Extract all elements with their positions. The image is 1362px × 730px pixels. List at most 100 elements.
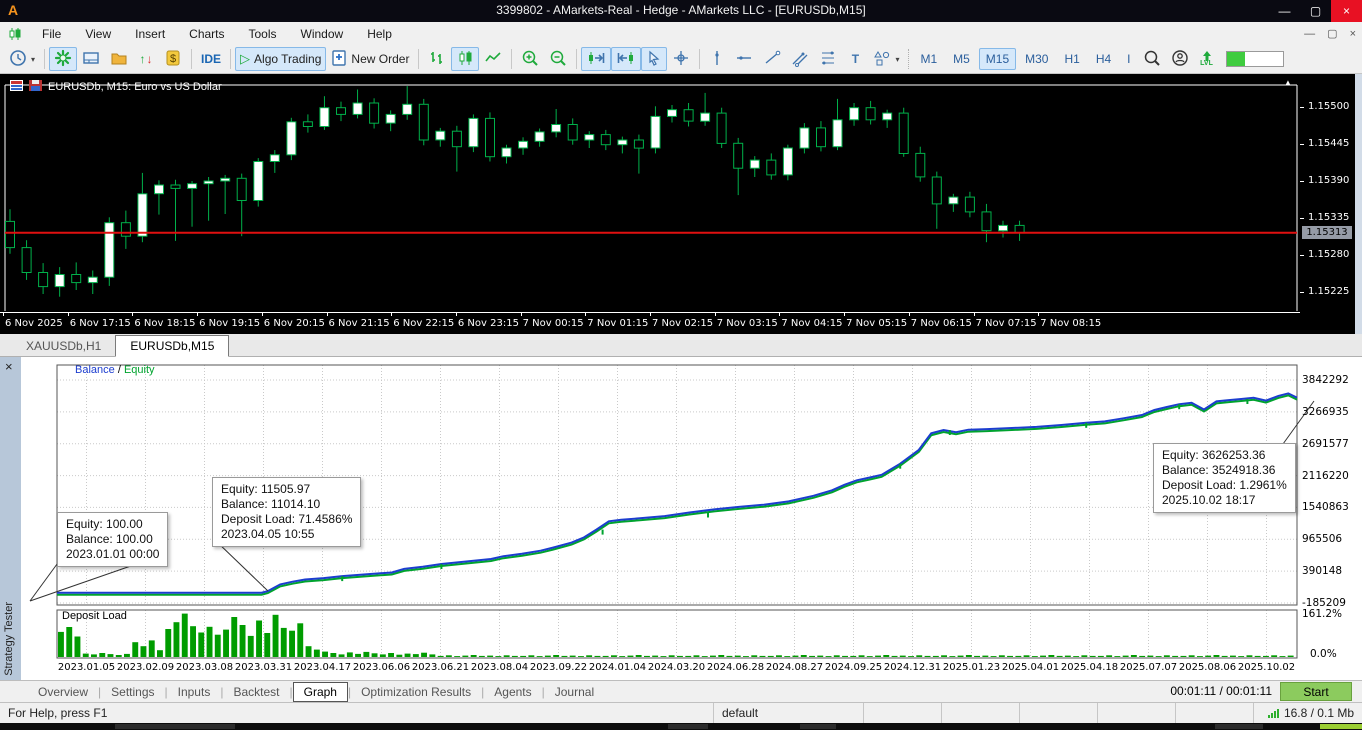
ide-button[interactable]: IDE (196, 47, 226, 71)
time-tick-label: 6 Nov 23:15 (458, 318, 519, 329)
timeframe-m5[interactable]: M5 (946, 48, 977, 70)
menu-item-insert[interactable]: Insert (123, 24, 177, 44)
graph-tooltip-2: Equity: 3626253.36Balance: 3524918.36Dep… (1153, 443, 1296, 513)
toolbar: ▾ ↑↓ $ IDE ▷ Algo Trading New Order (0, 45, 1362, 74)
time-tick (3, 313, 4, 316)
cursor-button[interactable] (641, 47, 667, 71)
tooltip-line: Balance: 100.00 (66, 532, 159, 547)
chevron-down-icon: ▾ (31, 55, 35, 64)
menu-item-file[interactable]: File (30, 24, 73, 44)
zoom-in-button[interactable] (516, 47, 544, 71)
tester-tab-graph[interactable]: Graph (293, 682, 348, 702)
finance-button[interactable]: $ (159, 47, 187, 71)
window-titlebar: A 3399802 - AMarkets-Real - Hedge - AMar… (0, 0, 1362, 22)
menu-item-charts[interactable]: Charts (177, 24, 236, 44)
status-profile[interactable]: default (714, 703, 864, 723)
minimize-button[interactable]: — (1269, 0, 1300, 22)
restore-button[interactable]: ▢ (1300, 0, 1331, 22)
chart-header: EURUSDb, M15: Euro vs US Dollar (10, 80, 222, 94)
legend-equity[interactable]: Equity (124, 364, 155, 376)
shift-end-button[interactable] (581, 47, 611, 71)
tester-tab-overview[interactable]: Overview (28, 683, 98, 701)
line-chart-icon (484, 49, 502, 70)
legend-balance[interactable]: Balance (75, 364, 115, 376)
price-chart-area[interactable]: EURUSDb, M15: Euro vs US Dollar ▲ 1.1550… (0, 74, 1362, 334)
chart-right-scrollbar[interactable] (1355, 74, 1362, 334)
time-axis[interactable]: 6 Nov 20256 Nov 17:156 Nov 18:156 Nov 19… (0, 312, 1300, 334)
timeframe-h4[interactable]: H4 (1089, 48, 1118, 70)
trendline-button[interactable] (758, 47, 786, 71)
toolbox-button[interactable] (77, 47, 105, 71)
time-tick (327, 313, 328, 316)
candlestick-plot[interactable] (0, 74, 1300, 312)
horizontal-line-button[interactable] (730, 47, 758, 71)
auto-scroll-button[interactable] (611, 47, 641, 71)
tester-side-strip: × Strategy Tester (0, 357, 21, 680)
status-connection[interactable]: 16.8 / 0.1 Mb (1254, 703, 1362, 723)
tester-tab-bar: Overview|Settings|Inputs|Backtest|Graph|… (0, 680, 1362, 702)
candlestick-chart-button[interactable] (451, 47, 479, 71)
level-up-icon: LVL (1200, 51, 1214, 67)
deposit-load-label: Deposit Load (62, 610, 127, 622)
chart-tab-xauusdb-h1[interactable]: XAUUSDb,H1 (12, 336, 115, 356)
tester-tab-backtest[interactable]: Backtest (223, 683, 289, 701)
tester-tab-optimization-results[interactable]: Optimization Results (351, 683, 481, 701)
price-tick (1300, 181, 1304, 182)
search-button[interactable] (1138, 47, 1166, 71)
tooltip-line: 2023.04.05 10:55 (221, 527, 352, 542)
new-order-button[interactable]: New Order (326, 47, 414, 71)
timeframe-m30[interactable]: M30 (1018, 48, 1055, 70)
taskbar-sliver (0, 723, 1362, 730)
chart-tab-eurusdb-m15[interactable]: EURUSDb,M15 (115, 335, 229, 357)
menu-item-help[interactable]: Help (355, 24, 404, 44)
tester-tab-agents[interactable]: Agents (484, 683, 541, 701)
close-button[interactable]: × (1331, 0, 1362, 22)
date-axis-label: 2024.01.04 (586, 662, 650, 673)
chart-scroll-arrow-icon[interactable]: ▲ (1284, 78, 1292, 87)
depth-of-market-button[interactable]: ↑↓ (133, 47, 159, 71)
strategy-tester-button[interactable] (49, 47, 77, 71)
menu-item-window[interactable]: Window (289, 24, 356, 44)
menu-item-tools[interactable]: Tools (237, 24, 289, 44)
time-tick (650, 313, 651, 316)
mdi-minimize-button[interactable]: — (1304, 28, 1315, 40)
graph-tooltip-0: Equity: 100.00Balance: 100.002023.01.01 … (57, 512, 168, 567)
timeframe-m15[interactable]: M15 (979, 48, 1016, 70)
time-tick-label: 7 Nov 07:15 (976, 318, 1037, 329)
mdi-restore-button[interactable]: ▢ (1327, 27, 1337, 40)
vertical-line-button[interactable] (704, 47, 730, 71)
tester-graph[interactable] (0, 357, 1362, 680)
tester-tab-inputs[interactable]: Inputs (168, 683, 221, 701)
zoom-out-button[interactable] (544, 47, 572, 71)
shapes-button[interactable]: ▾ (868, 47, 904, 71)
history-clock-button[interactable]: ▾ (4, 47, 40, 71)
bar-chart-button[interactable] (423, 47, 451, 71)
line-chart-button[interactable] (479, 47, 507, 71)
start-button[interactable]: Start (1280, 682, 1352, 701)
algo-trading-button[interactable]: ▷ Algo Trading (235, 47, 326, 71)
chart-tab-bar: XAUUSDb,H1EURUSDb,M15 (0, 334, 1362, 357)
account-button[interactable] (1166, 47, 1194, 71)
timeframe-h1[interactable]: H1 (1057, 48, 1086, 70)
fibonacci-button[interactable] (814, 47, 842, 71)
level-up-button[interactable]: LVL (1194, 47, 1220, 71)
auto-scroll-icon (616, 49, 636, 70)
tester-tab-journal[interactable]: Journal (545, 683, 604, 701)
menu-item-view[interactable]: View (73, 24, 123, 44)
timeframe-i[interactable]: I (1120, 48, 1137, 70)
one-click-trading-icon[interactable] (10, 80, 23, 94)
balance-axis-label: 2116220 (1302, 470, 1349, 482)
crosshair-button[interactable] (667, 47, 695, 71)
time-tick-label: 6 Nov 17:15 (70, 318, 131, 329)
channel-button[interactable] (786, 47, 814, 71)
mdi-close-button[interactable]: × (1350, 28, 1356, 40)
play-icon: ▷ (240, 51, 250, 67)
price-axis[interactable]: 1.155001.154451.153901.153351.152801.152… (1300, 74, 1354, 334)
data-folder-button[interactable] (105, 47, 133, 71)
text-tool-button[interactable]: T (842, 47, 868, 71)
date-axis-label: 2023.03.31 (232, 662, 296, 673)
timeframe-m1[interactable]: M1 (913, 48, 944, 70)
save-chart-icon[interactable] (29, 80, 42, 94)
tester-close-icon[interactable]: × (5, 359, 13, 374)
tester-tab-settings[interactable]: Settings (101, 683, 164, 701)
